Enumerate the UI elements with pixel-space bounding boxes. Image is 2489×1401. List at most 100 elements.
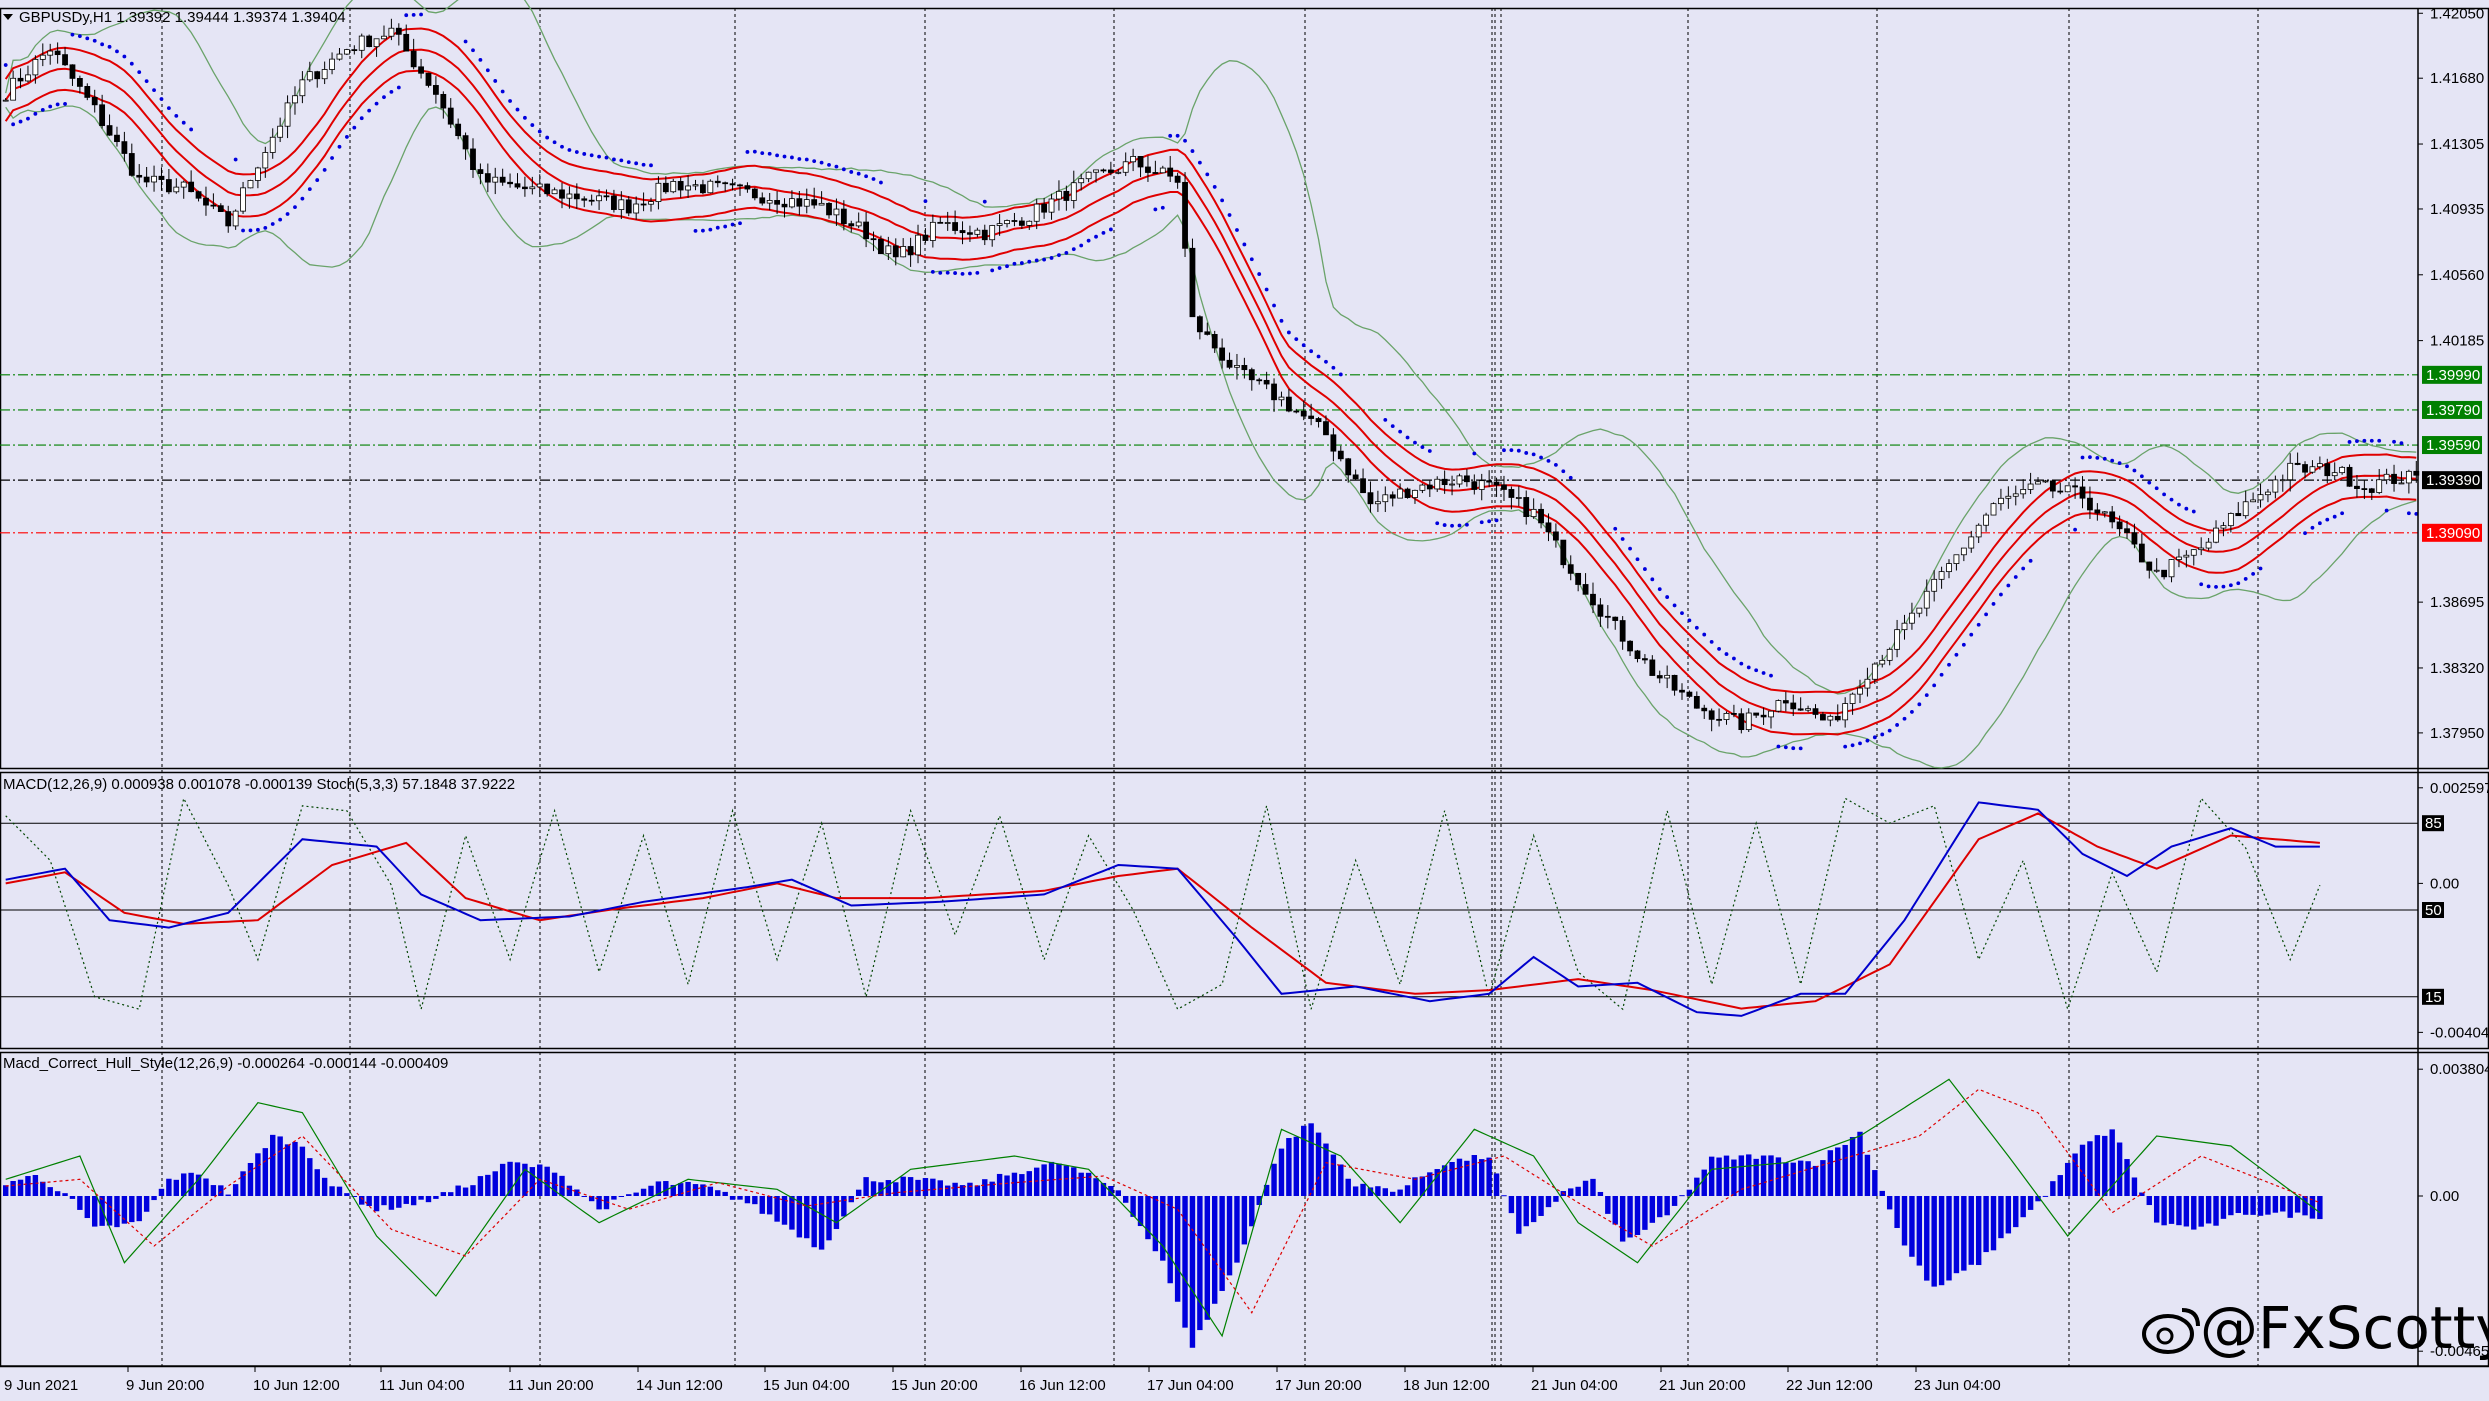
hull-histogram-bar — [2302, 1196, 2308, 1216]
candle-bull — [39, 54, 46, 60]
candle-bull — [2279, 479, 2286, 482]
candle-bull — [2012, 493, 2019, 497]
sar-dot — [166, 106, 171, 111]
candle-bear — [2235, 513, 2242, 517]
sar-dot — [1071, 247, 1076, 252]
hull-tick-label: 0.003804 — [2430, 1061, 2489, 1078]
sar-dot — [1516, 448, 1521, 453]
sar-dot — [1101, 230, 1106, 235]
candle-bull — [1998, 497, 2004, 505]
candle-bear — [878, 239, 884, 255]
hull-histogram-bar — [1234, 1196, 1240, 1263]
hull-histogram-bar — [2205, 1196, 2212, 1224]
hull-histogram-bar — [1071, 1167, 1077, 1196]
candle-bull — [151, 175, 157, 183]
candle-bear — [143, 176, 150, 183]
hull-histogram-bar — [10, 1180, 16, 1196]
candle-bear — [1463, 475, 1470, 483]
candle-bear — [2131, 532, 2138, 545]
sar-dot — [2132, 468, 2137, 473]
candle-bear — [1642, 658, 1648, 661]
sar-dot — [1197, 160, 1202, 165]
candle-bear — [981, 229, 988, 241]
candle-bear — [1501, 484, 1507, 490]
main-header: GBPUSDy,H1 1.39392 1.39444 1.39374 1.394… — [19, 9, 346, 26]
hull-histogram-bar — [433, 1196, 439, 1199]
hull-histogram-bar — [2153, 1196, 2160, 1223]
candle-bear — [1604, 615, 1611, 618]
candle-bear — [1196, 316, 1203, 333]
sar-dot — [1746, 665, 1751, 670]
hull-histogram-bar — [1493, 1173, 1500, 1196]
hull-histogram-bar — [1723, 1155, 1730, 1196]
sar-dot — [930, 269, 935, 274]
hull-histogram-bar — [359, 1196, 365, 1205]
hull-histogram-bar — [136, 1196, 142, 1222]
sar-dot — [2251, 572, 2256, 576]
candle-bear — [1241, 365, 1248, 371]
hull-histogram-bar — [952, 1182, 958, 1196]
candle-bear — [1256, 379, 1263, 382]
sar-dot — [285, 212, 290, 216]
hull-histogram-bar — [1924, 1196, 1930, 1281]
sar-dot — [1442, 523, 1447, 527]
hull-histogram-bar — [1872, 1170, 1878, 1196]
sar-dot — [1316, 354, 1321, 359]
stoch-level-label: 15 — [2425, 989, 2442, 1006]
candle-bear — [1404, 488, 1411, 498]
sar-dot — [545, 135, 550, 140]
sar-dot — [2169, 497, 2174, 502]
sar-dot — [730, 222, 735, 227]
candle-bull — [655, 182, 662, 202]
candle-bear — [470, 148, 476, 170]
candle-bear — [1471, 481, 1478, 490]
sar-dot — [1917, 702, 1922, 707]
macd-tick-label: 0.00 — [2430, 875, 2459, 892]
macd-header: MACD(12,26,9) 0.000938 0.001078 -0.00013… — [3, 776, 515, 793]
sar-dot — [1680, 611, 1684, 616]
time-tick-label: 11 Jun 04:00 — [379, 1377, 465, 1394]
candle-bull — [1159, 167, 1166, 174]
candle-bear — [84, 86, 91, 98]
hull-histogram-bar — [596, 1196, 602, 1210]
hull-histogram-bar — [1553, 1196, 1559, 1202]
hull-histogram-bar — [270, 1134, 276, 1196]
candle-bull — [329, 58, 335, 70]
candle-bull — [1901, 622, 1908, 631]
hull-histogram-bar — [685, 1181, 691, 1196]
hull-histogram-bar — [1901, 1196, 1908, 1246]
candle-bull — [1530, 508, 1537, 518]
macd-tick-label: 0.002597 — [2430, 780, 2489, 797]
candle-bull — [1968, 536, 1975, 549]
sar-dot — [841, 167, 846, 172]
candle-bear — [17, 77, 24, 82]
sar-dot — [3, 63, 8, 67]
hull-histogram-bar — [462, 1187, 469, 1196]
sar-dot — [2206, 584, 2211, 589]
sar-dot — [2399, 441, 2404, 446]
sar-dot — [641, 162, 646, 167]
candle-bull — [833, 208, 840, 216]
hull-histogram-bar — [1694, 1177, 1700, 1196]
price-tick-label: 1.41305 — [2430, 136, 2484, 153]
sar-dot — [248, 228, 253, 233]
hull-histogram-bar — [2183, 1196, 2190, 1227]
hull-histogram-bar — [722, 1191, 728, 1196]
hull-histogram-bar — [1241, 1196, 1248, 1245]
hull-histogram-bar — [166, 1178, 172, 1196]
sar-dot — [1850, 743, 1855, 748]
candle-bear — [1285, 396, 1292, 412]
candle-bear — [2057, 490, 2064, 493]
hull-histogram-bar — [752, 1196, 758, 1205]
sar-dot — [790, 155, 794, 160]
sar-dot — [463, 39, 468, 44]
candle-bear — [744, 185, 751, 190]
sar-dot — [1872, 735, 1877, 740]
candle-bear — [848, 223, 855, 227]
hull-histogram-bar — [1338, 1164, 1344, 1196]
sar-dot — [1531, 452, 1536, 457]
candle-bear — [106, 125, 113, 136]
candle-bear — [1627, 640, 1633, 652]
candle-bear — [195, 191, 202, 199]
level-tag-label: 1.39090 — [2426, 525, 2480, 542]
